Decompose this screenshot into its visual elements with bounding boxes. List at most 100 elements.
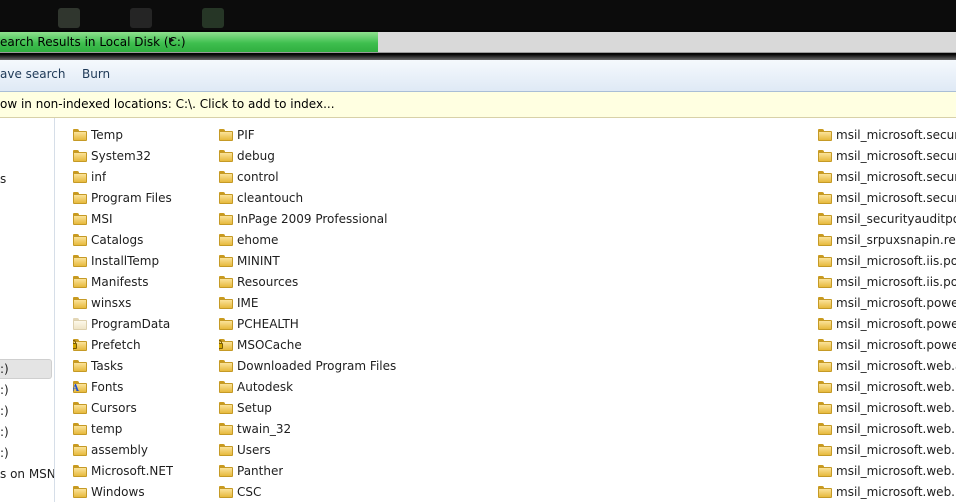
folder-icon — [818, 191, 832, 204]
info-bar-message[interactable]: ow in non-indexed locations: C:\. Click … — [0, 97, 335, 111]
file-item[interactable]: cleantouch — [219, 187, 303, 208]
file-item[interactable]: Windows — [73, 481, 145, 502]
file-item[interactable]: msil_microsoft.web.ma — [818, 460, 956, 481]
folder-icon — [818, 296, 832, 309]
file-item[interactable]: control — [219, 166, 279, 187]
index-info-bar[interactable]: ow in non-indexed locations: C:\. Click … — [0, 92, 956, 118]
nav-item-drive[interactable]: :) — [0, 446, 9, 460]
file-item-name: inf — [91, 169, 107, 184]
file-item[interactable]: assembly — [73, 439, 148, 460]
file-item-name: Windows — [91, 484, 145, 499]
file-item[interactable]: Tasks — [73, 355, 123, 376]
nav-item-drive[interactable]: :) — [0, 425, 9, 439]
folder-icon — [73, 275, 87, 288]
file-item-name: msil_microsoft.powers — [836, 295, 956, 310]
file-item-name: Resources — [237, 274, 299, 289]
folder-icon — [818, 401, 832, 414]
file-item[interactable]: msil_microsoft.iis.pow — [818, 250, 956, 271]
folder-icon — [73, 149, 87, 162]
burn-button[interactable]: Burn — [82, 67, 110, 81]
file-item[interactable]: Manifests — [73, 271, 148, 292]
nav-item-drive[interactable]: :) — [0, 362, 9, 376]
file-item[interactable]: Panther — [219, 460, 283, 481]
file-item[interactable]: msil_microsoft.web.ma — [818, 481, 956, 502]
file-item-name: msil_microsoft.security — [836, 190, 956, 205]
file-item[interactable]: Catalogs — [73, 229, 143, 250]
file-item[interactable]: msil_microsoft.web.ad — [818, 355, 956, 376]
file-item[interactable]: msil_microsoft.security — [818, 166, 956, 187]
nav-item-msn[interactable]: s on MSN — [0, 467, 54, 481]
save-search-button[interactable]: ave search — [0, 67, 66, 81]
file-item[interactable]: msil_microsoft.iis.pow — [818, 271, 956, 292]
file-item-name: Program Files — [91, 190, 172, 205]
file-item-name: msil_microsoft.powers — [836, 316, 956, 331]
file-item[interactable]: debug — [219, 145, 275, 166]
file-item[interactable]: winsxs — [73, 292, 131, 313]
file-item-name: Catalogs — [91, 232, 144, 247]
file-item[interactable]: msil_microsoft.security — [818, 145, 956, 166]
file-item[interactable]: msil_microsoft.web.ma — [818, 418, 956, 439]
file-item[interactable]: msil_microsoft.web.ma — [818, 397, 956, 418]
nav-item[interactable]: s — [0, 172, 6, 186]
file-item[interactable]: Cursors — [73, 397, 137, 418]
file-item-name: System32 — [91, 148, 152, 163]
file-item[interactable]: inf — [73, 166, 106, 187]
blurred-thumbnail-icon — [130, 8, 152, 28]
file-item[interactable]: msil_microsoft.security — [818, 187, 956, 208]
folder-icon — [219, 317, 233, 330]
file-item[interactable]: Resources — [219, 271, 298, 292]
address-path[interactable]: earch Results in Local Disk (C:) — [0, 35, 186, 49]
file-item-name: MSOCache — [237, 337, 302, 352]
file-item[interactable]: Microsoft.NET — [73, 460, 173, 481]
file-item[interactable]: ehome — [219, 229, 278, 250]
file-item[interactable]: Users — [219, 439, 271, 460]
file-item[interactable]: msil_securityauditpolic — [818, 208, 956, 229]
file-item[interactable]: A Fonts — [73, 376, 123, 397]
folder-icon — [219, 401, 233, 414]
nav-item-drive[interactable]: :) — [0, 404, 9, 418]
file-item-name: CSC — [237, 484, 262, 499]
file-item[interactable]: msil_microsoft.powers — [818, 334, 956, 355]
file-item-name: temp — [91, 421, 123, 436]
file-item[interactable]: MSOCache — [219, 334, 302, 355]
file-item-name: cleantouch — [237, 190, 304, 205]
file-item[interactable]: System32 — [73, 145, 151, 166]
file-item[interactable]: IME — [219, 292, 258, 313]
file-item[interactable]: Setup — [219, 397, 272, 418]
file-item-name: Autodesk — [237, 379, 294, 394]
file-item[interactable]: InstallTemp — [73, 250, 159, 271]
file-item[interactable]: CSC — [219, 481, 261, 502]
file-item[interactable]: msil_microsoft.security — [818, 124, 956, 145]
file-item[interactable]: Prefetch — [73, 334, 141, 355]
file-item-name: twain_32 — [237, 421, 292, 436]
file-item[interactable]: PCHEALTH — [219, 313, 299, 334]
address-breadcrumb[interactable]: earch Results in Local Disk (C:) ▸ — [0, 32, 956, 53]
file-item[interactable]: ProgramData — [73, 313, 170, 334]
file-item[interactable]: msil_microsoft.web.ma — [818, 376, 956, 397]
breadcrumb-arrow-icon[interactable]: ▸ — [169, 33, 175, 46]
file-item[interactable]: temp — [73, 418, 122, 439]
folder-icon — [73, 212, 87, 225]
command-toolbar: ave search Burn — [0, 60, 956, 92]
folder-icon — [818, 338, 832, 351]
window-title-bar — [0, 0, 956, 30]
file-item[interactable]: Downloaded Program Files — [219, 355, 396, 376]
folder-icon — [73, 128, 87, 141]
file-item-name: MININT — [237, 253, 280, 268]
file-item[interactable]: InPage 2009 Professional — [219, 208, 387, 229]
file-item[interactable]: MSI — [73, 208, 113, 229]
folder-icon — [73, 464, 87, 477]
nav-item-drive[interactable]: :) — [0, 383, 9, 397]
file-item[interactable]: MININT — [219, 250, 280, 271]
file-item[interactable]: twain_32 — [219, 418, 291, 439]
file-item[interactable]: Autodesk — [219, 376, 293, 397]
file-item[interactable]: msil_microsoft.web.ma — [818, 439, 956, 460]
folder-icon — [219, 359, 233, 372]
file-item[interactable]: msil_srpuxsnapin.resou — [818, 229, 956, 250]
file-item-name: msil_microsoft.web.ma — [836, 379, 956, 394]
file-item[interactable]: Program Files — [73, 187, 172, 208]
file-item[interactable]: msil_microsoft.powers — [818, 313, 956, 334]
file-item[interactable]: Temp — [73, 124, 123, 145]
file-item[interactable]: PIF — [219, 124, 255, 145]
file-item[interactable]: msil_microsoft.powers — [818, 292, 956, 313]
